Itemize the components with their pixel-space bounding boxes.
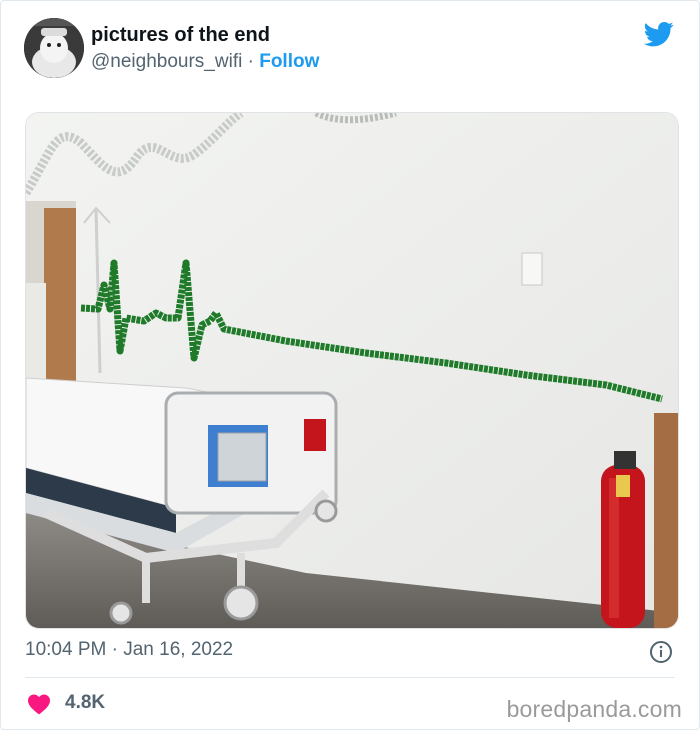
info-icon[interactable]: [649, 640, 673, 664]
heart-icon[interactable]: [27, 693, 51, 715]
avatar[interactable]: [24, 18, 84, 78]
tweet-timestamp[interactable]: 10:04 PM · Jan 16, 2022: [25, 639, 233, 661]
divider: [25, 677, 675, 678]
tweet-photo[interactable]: [25, 112, 679, 629]
follow-button[interactable]: Follow: [259, 51, 319, 72]
separator: ·: [247, 51, 254, 72]
display-name[interactable]: pictures of the end: [91, 24, 270, 47]
handle[interactable]: @neighbours_wifi: [91, 51, 242, 72]
watermark: boredpanda.com: [506, 696, 682, 722]
like-count[interactable]: 4.8K: [65, 692, 105, 714]
handle-row: @neighbours_wifi · Follow: [91, 51, 319, 73]
hospital-room-photo: [26, 113, 678, 628]
tweet-card: pictures of the end @neighbours_wifi · F…: [0, 0, 700, 730]
twitter-bird-icon[interactable]: [643, 19, 675, 49]
